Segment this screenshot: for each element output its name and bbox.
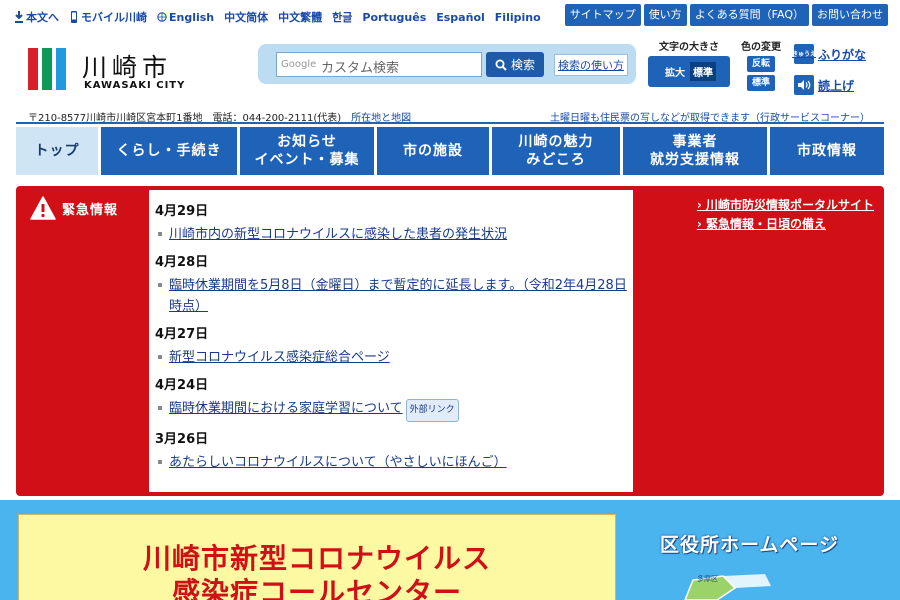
nav-city-admin[interactable]: 市政情報 <box>770 127 884 175</box>
lang-english[interactable]: English <box>157 9 214 25</box>
news-date: 4月24日 <box>155 378 209 393</box>
color-standard-button[interactable]: 標準 <box>747 75 775 91</box>
site-logo[interactable]: 川崎市 KAWASAKI CITY <box>28 46 198 94</box>
faq-button[interactable]: よくある質問（FAQ） <box>689 4 809 26</box>
external-link-badge: 外部リンク <box>405 399 459 422</box>
news-date: 3月26日 <box>155 432 209 447</box>
search-placeholder: カスタム検索 <box>321 61 400 76</box>
font-standard-button[interactable]: 標準 <box>690 62 716 81</box>
font-size-label: 文字の大きさ <box>659 42 719 53</box>
color-change-control: 色の変更 反転 標準 <box>738 38 784 91</box>
search-icon <box>495 59 507 71</box>
emergency-heading: 緊急情報 <box>30 196 118 220</box>
color-invert-button[interactable]: 反転 <box>747 56 775 72</box>
search-input[interactable]: Google カスタム検索 <box>276 52 482 77</box>
utility-links: サイトマップ 使い方 よくある質問（FAQ） お問い合わせ <box>564 4 888 26</box>
news-link[interactable]: 川崎市内の新型コロナウイルスに感染した患者の発生状況 <box>155 224 627 245</box>
lang-portuguese[interactable]: Português <box>362 9 426 25</box>
list-item: 4月29日 川崎市内の新型コロナウイルスに感染した患者の発生状況 <box>155 200 627 245</box>
news-link[interactable]: 新型コロナウイルス感染症総合ページ <box>155 347 627 368</box>
news-link[interactable]: あたらしいコロナウイルスについて（やさしいにほんご） <box>155 452 627 473</box>
bottom-banner-area: 川崎市新型コロナウイルス 感染症コールセンター 区役所ホームページ 多摩区 <box>0 500 900 600</box>
sitemap-button[interactable]: サイトマップ <box>564 4 641 26</box>
color-change-label: 色の変更 <box>741 42 781 53</box>
language-links: 本文へ モバイル川崎 English 中文简体 中文繁體 한글 Portuguê… <box>14 9 541 25</box>
furigana-button[interactable]: きゅうえ ふりがな <box>792 44 884 64</box>
logo-text-en: KAWASAKI CITY <box>84 80 186 91</box>
lang-chinese-traditional[interactable]: 中文繁體 <box>278 9 322 25</box>
ward-map-image[interactable]: 多摩区 <box>675 572 815 600</box>
list-item: 4月27日 新型コロナウイルス感染症総合ページ <box>155 323 627 368</box>
how-to-use-button[interactable]: 使い方 <box>643 4 687 26</box>
news-date: 4月28日 <box>155 255 209 270</box>
speaker-icon <box>794 75 814 95</box>
disaster-portal-link[interactable]: › 川崎市防災情報ポータルサイト <box>697 196 874 213</box>
nav-business[interactable]: 事業者 就労支援情報 <box>623 127 767 175</box>
list-item: 3月26日 あたらしいコロナウイルスについて（やさしいにほんご） <box>155 428 627 473</box>
down-arrow-icon <box>15 11 23 23</box>
font-enlarge-button[interactable]: 拡大 <box>662 62 688 81</box>
search-button[interactable]: 検索 <box>486 52 544 77</box>
emergency-list: 4月29日 川崎市内の新型コロナウイルスに感染した患者の発生状況 4月28日 臨… <box>149 190 633 492</box>
lang-spanish[interactable]: Español <box>436 9 485 25</box>
nav-facilities[interactable]: 市の施設 <box>377 127 489 175</box>
nav-top[interactable]: トップ <box>16 127 98 175</box>
list-item: 4月24日 臨時休業期間における家庭学習について 外部リンク <box>155 374 627 422</box>
nav-news-events[interactable]: お知らせ イベント・募集 <box>240 127 374 175</box>
mobile-phone-icon <box>71 11 77 23</box>
preparedness-link[interactable]: › 緊急情報・日頃の備え <box>697 215 874 232</box>
ward-map-label: 多摩区 <box>697 574 718 583</box>
mobile-link[interactable]: モバイル川崎 <box>69 9 147 25</box>
read-aloud-button[interactable]: 読上げ <box>794 75 884 95</box>
logo-text-jp: 川崎市 <box>82 53 173 82</box>
lang-filipino[interactable]: Filipino <box>495 9 541 25</box>
emergency-panel: 緊急情報 4月29日 川崎市内の新型コロナウイルスに感染した患者の発生状況 4月… <box>16 186 884 496</box>
lang-chinese-simplified[interactable]: 中文简体 <box>224 9 268 25</box>
globe-icon <box>157 12 167 22</box>
contact-button[interactable]: お問い合わせ <box>812 4 888 26</box>
header-divider <box>16 122 884 124</box>
news-link[interactable]: 臨時休業期間における家庭学習について 外部リンク <box>155 398 627 422</box>
furigana-icon: きゅうえ <box>792 44 816 64</box>
news-date: 4月29日 <box>155 204 209 219</box>
search-help-link[interactable]: 検索の使い方 <box>554 54 628 76</box>
emergency-side-links: › 川崎市防災情報ポータルサイト › 緊急情報・日頃の備え <box>697 196 874 234</box>
call-center-title-2: 感染症コールセンター <box>171 576 462 600</box>
lang-korean[interactable]: 한글 <box>332 9 352 25</box>
warning-icon <box>30 196 56 220</box>
news-link[interactable]: 臨時休業期間を5月8日（金曜日）まで暫定的に延長します。（令和2年4月28日時点… <box>155 275 627 317</box>
nav-attractions[interactable]: 川崎の魅力 みどころ <box>492 127 620 175</box>
skip-to-content-link[interactable]: 本文へ <box>14 9 59 25</box>
main-nav: トップ くらし・手続き お知らせ イベント・募集 市の施設 川崎の魅力 みどころ 事… <box>16 127 884 175</box>
nav-living[interactable]: くらし・手続き <box>101 127 237 175</box>
top-bar: 本文へ モバイル川崎 English 中文简体 中文繁體 한글 Portuguê… <box>0 0 900 32</box>
ward-office-heading: 区役所ホームページ <box>660 534 840 556</box>
font-size-control: 文字の大きさ 拡大 標準 <box>648 38 730 87</box>
list-item: 4月28日 臨時休業期間を5月8日（金曜日）まで暫定的に延長します。（令和2年4… <box>155 251 627 317</box>
call-center-banner[interactable]: 川崎市新型コロナウイルス 感染症コールセンター <box>18 514 616 600</box>
search-area: Google カスタム検索 検索 検索の使い方 <box>258 44 636 84</box>
news-date: 4月27日 <box>155 327 209 342</box>
accessibility-tools: きゅうえ ふりがな 読上げ <box>792 44 884 106</box>
google-label: Google <box>281 59 317 70</box>
logo-mark <box>28 48 66 90</box>
